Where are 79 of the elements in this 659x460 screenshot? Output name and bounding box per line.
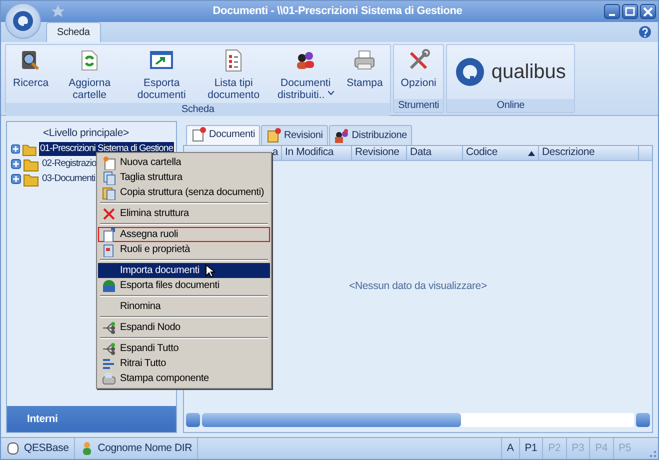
scroll-right-button[interactable] [636,413,650,427]
menu-item[interactable]: Espandi Nodo [98,320,270,335]
document-icon [102,228,116,242]
content-tab[interactable]: Revisioni [261,125,328,145]
delete-icon [102,206,116,220]
page-indicator[interactable]: A [500,438,519,459]
menu-item[interactable]: Elimina struttura [98,206,270,221]
maximize-icon [624,6,636,18]
printer-icon [353,49,376,72]
cursor-icon [205,264,216,278]
maximize-button[interactable] [622,4,638,19]
minimize-icon [609,14,615,16]
group-label: Scheda [6,103,390,116]
content-tab[interactable]: Distribuzione [328,125,412,145]
folder-icon [23,156,39,172]
menu-item[interactable]: Espandi Tutto [98,341,270,356]
star-icon[interactable] [51,4,65,18]
menu-item[interactable]: Assegna ruoli [98,227,270,242]
ribbon-button[interactable]: Stampa [342,47,388,92]
tree-root[interactable]: <Livello principale> [9,126,174,142]
menu-item[interactable]: Importa documenti [98,263,270,278]
menu-item[interactable]: Copia struttura (senza documenti) [98,185,270,200]
ribbon-button[interactable]: Ricerca [8,47,54,92]
export-icon [150,49,174,72]
column-header[interactable]: Data [407,146,463,160]
new-folder-icon [102,156,116,170]
column-header[interactable]: Revisione [352,146,407,160]
ribbon-tab[interactable]: Scheda [46,22,101,42]
caret-icon[interactable] [328,90,334,95]
column-header[interactable]: In Modifica [282,146,352,160]
menu-item[interactable]: Taglia struttura [98,170,270,185]
tools-icon [407,49,430,72]
menu-item[interactable]: Nuova cartella [98,155,270,170]
logo-text: qualibus [491,60,566,85]
sidebar-section-button[interactable]: Interni [7,406,176,432]
ribbon-button[interactable]: Esporta documenti [126,47,198,104]
empty-message: <Nessun dato da visualizzare> [349,278,487,294]
scrollbar-thumb[interactable] [202,413,462,427]
column-header[interactable]: Codice [463,146,539,160]
column-header[interactable]: Descrizione [539,146,639,160]
menu-item[interactable]: Rinomina [98,299,270,314]
window-title: Documenti - \\01-Prescrizioni Sistema di Gestione [212,4,464,20]
menu-item[interactable]: Ritrai Tutto [98,356,270,371]
status-label: QESBase [24,440,69,456]
minimize-button[interactable] [604,4,620,19]
copy-icon [102,186,116,200]
expand-icon[interactable] [11,159,21,170]
folder-icon [23,172,39,187]
content-tab[interactable]: Documenti [186,125,260,145]
page-indicator[interactable]: P1 [518,438,542,459]
tree-icon [102,342,116,356]
group-label: Strumenti [394,99,444,112]
cut-icon [102,170,116,184]
logo-icon [455,57,486,87]
tree-item[interactable]: 02-Registrazio [41,157,98,172]
close-button[interactable] [640,4,656,19]
menu-item[interactable]: Esporta files documenti [98,278,270,293]
group-label: Online [447,99,574,112]
scroll-left-button[interactable] [186,413,200,427]
folder-icon [266,128,281,143]
ribbon-button[interactable]: Aggiorna cartelle [54,47,126,104]
close-icon [642,6,654,18]
people-icon [334,128,349,143]
tree-icon [102,320,116,334]
app-logo-icon [12,10,34,32]
expand-icon[interactable] [11,144,20,154]
status-label: Cognome Nome DIR [98,440,192,456]
document-icon [102,242,116,256]
ribbon-button[interactable]: Opzioni [396,47,442,92]
ribbon-button[interactable]: Documenti distribuiti.. [270,47,342,104]
document-icon [191,127,206,142]
tree-item[interactable]: 03-Documenti [41,172,96,186]
printer-icon [102,372,116,386]
help-icon[interactable] [638,25,652,39]
ribbon-button[interactable]: Lista tipi documento [198,47,270,104]
expand-icon[interactable] [11,174,21,184]
collapse-icon [102,356,116,370]
menu-item[interactable]: Ruoli e proprietà [98,242,270,257]
menu-item[interactable]: Stampa componente [98,371,270,386]
